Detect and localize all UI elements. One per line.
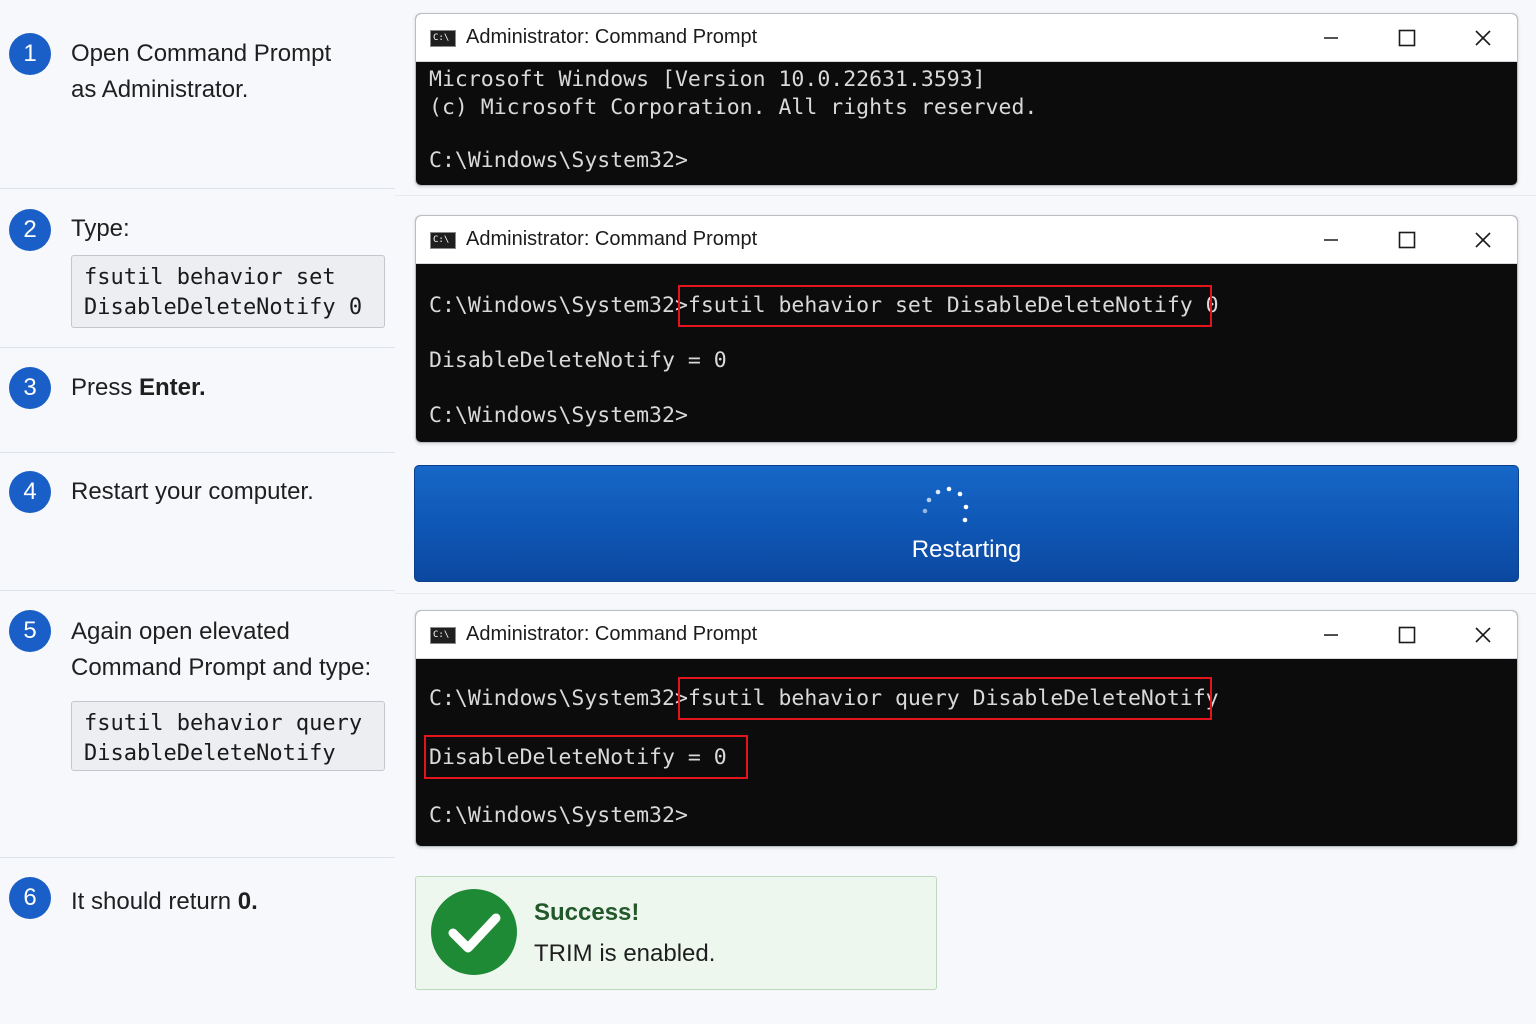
restarting-label: Restarting: [911, 536, 1022, 563]
step-text-plain: Press: [71, 374, 140, 401]
step-text-line: Command Prompt and type:: [71, 654, 372, 681]
maximize-button[interactable]: [1387, 619, 1427, 651]
terminal-prompt: C:\Windows\System32>: [429, 148, 688, 173]
step-text: Again open elevated Command Prompt and t…: [71, 614, 371, 686]
terminal-line: Microsoft Windows [Version 10.0.22631.35…: [429, 67, 986, 92]
step-number-badge: 3: [9, 367, 51, 409]
success-message: TRIM is enabled.: [534, 940, 716, 967]
step-number-badge: 5: [9, 610, 51, 652]
command-highlight-box: [678, 285, 1212, 327]
minimize-button[interactable]: [1311, 224, 1351, 256]
command-highlight-box: [678, 677, 1212, 720]
step-text-plain: It should return: [71, 888, 238, 915]
command-prompt-window[interactable]: C:\ Administrator: Command Prompt C:\Win…: [415, 610, 1518, 847]
step-number-badge: 2: [9, 209, 51, 251]
close-icon: [1475, 232, 1491, 248]
close-icon: [1475, 627, 1491, 643]
cmd-app-icon: C:\: [430, 232, 456, 249]
minimize-icon: [1324, 239, 1338, 241]
close-button[interactable]: [1463, 224, 1503, 256]
divider: [395, 593, 1536, 594]
step-text: Open Command Prompt as Administrator.: [71, 36, 331, 108]
success-message-box: Success! TRIM is enabled.: [415, 876, 937, 990]
divider: [0, 452, 395, 453]
step-text-line: Open Command Prompt: [71, 40, 332, 67]
divider: [0, 347, 395, 348]
window-titlebar[interactable]: C:\ Administrator: Command Prompt: [416, 611, 1517, 659]
terminal-output[interactable]: C:\Windows\System32>fsutil behavior quer…: [416, 659, 1517, 846]
terminal-prompt: C:\Windows\System32>: [429, 803, 688, 828]
success-title: Success!: [534, 899, 640, 926]
terminal-prompt: C:\Windows\System32>: [429, 403, 688, 428]
step-text-bold: Enter.: [139, 374, 206, 401]
divider: [0, 188, 395, 189]
divider: [0, 857, 395, 858]
divider: [0, 590, 395, 591]
window-title: Administrator: Command Prompt: [466, 228, 758, 250]
step-number-badge: 6: [9, 877, 51, 919]
divider: [395, 195, 1536, 196]
cmd-app-icon: C:\: [430, 30, 456, 47]
terminal-line: (c) Microsoft Corporation. All rights re…: [429, 95, 1038, 120]
spinner-icon: [922, 486, 969, 523]
close-icon: [1475, 30, 1491, 46]
maximize-icon: [1398, 29, 1416, 47]
minimize-icon: [1324, 37, 1338, 39]
minimize-icon: [1324, 634, 1338, 636]
minimize-button[interactable]: [1311, 22, 1351, 54]
minimize-button[interactable]: [1311, 619, 1351, 651]
window-title: Administrator: Command Prompt: [466, 26, 758, 48]
maximize-icon: [1398, 231, 1416, 249]
checkmark-icon: [448, 913, 501, 953]
step-text: Press Enter.: [71, 370, 206, 406]
maximize-button[interactable]: [1387, 224, 1427, 256]
close-button[interactable]: [1463, 22, 1503, 54]
step-text: Type:: [71, 215, 130, 242]
command-code-box[interactable]: fsutil behavior query DisableDeleteNotif…: [71, 701, 385, 771]
window-titlebar[interactable]: C:\ Administrator: Command Prompt: [416, 216, 1517, 264]
success-badge: [431, 889, 517, 975]
window-titlebar[interactable]: C:\ Administrator: Command Prompt: [416, 14, 1517, 62]
command-prompt-window[interactable]: C:\ Administrator: Command Prompt Micros…: [415, 13, 1518, 186]
terminal-output[interactable]: Microsoft Windows [Version 10.0.22631.35…: [416, 62, 1517, 185]
close-button[interactable]: [1463, 619, 1503, 651]
step-number-badge: 1: [9, 33, 51, 75]
window-title: Administrator: Command Prompt: [466, 623, 758, 645]
step-text: It should return 0.: [71, 884, 258, 920]
step-text-bold: 0.: [237, 888, 258, 915]
terminal-line: DisableDeleteNotify = 0: [429, 348, 727, 373]
cmd-app-icon: C:\: [430, 627, 456, 644]
terminal-output[interactable]: C:\Windows\System32>fsutil behavior set …: [416, 264, 1517, 442]
step-text-line: Again open elevated: [71, 618, 290, 645]
step-text-line: as Administrator.: [71, 76, 249, 103]
command-prompt-window[interactable]: C:\ Administrator: Command Prompt C:\Win…: [415, 215, 1518, 443]
command-code-box[interactable]: fsutil behavior set DisableDeleteNotify …: [71, 255, 385, 328]
result-highlight-box: [424, 735, 748, 779]
maximize-icon: [1398, 626, 1416, 644]
maximize-button[interactable]: [1387, 22, 1427, 54]
step-text: Restart your computer.: [71, 478, 314, 505]
step-number-badge: 4: [9, 471, 51, 513]
